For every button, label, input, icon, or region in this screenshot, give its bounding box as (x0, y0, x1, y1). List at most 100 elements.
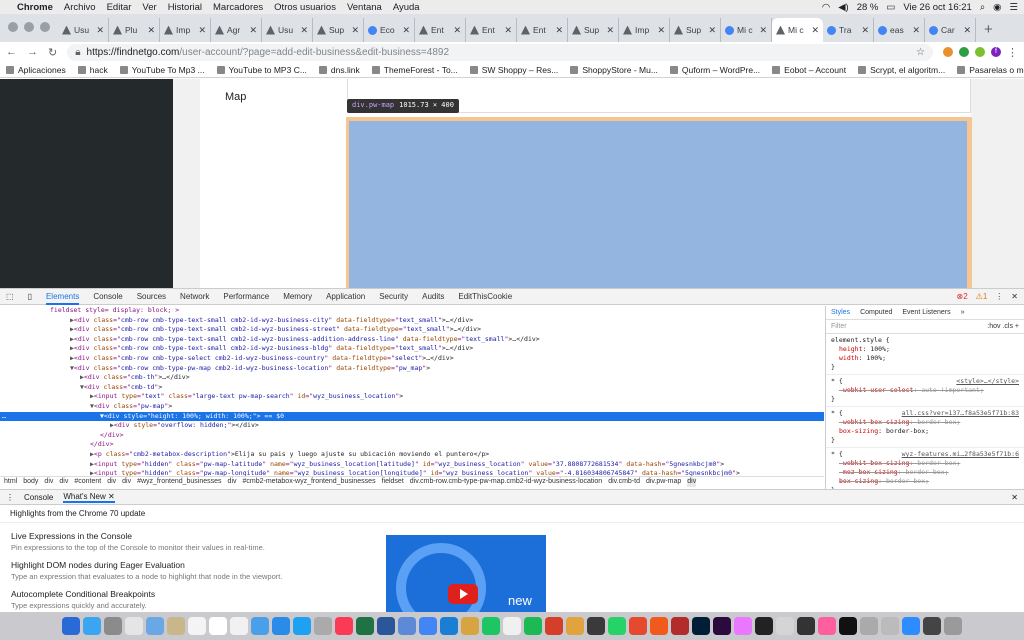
minimize-window-icon[interactable] (24, 22, 34, 32)
dock-app-icon[interactable] (587, 617, 605, 635)
styles-filter-toggles[interactable]: :hov .cls + (987, 323, 1019, 330)
browser-tab[interactable]: Ent ✕ (415, 18, 466, 42)
dock-app-icon[interactable] (335, 617, 353, 635)
dock-app-icon[interactable] (167, 617, 185, 635)
dock-app-icon[interactable] (818, 617, 836, 635)
styles-filter-input[interactable]: Filter (831, 323, 847, 330)
css-property[interactable]: box-sizing: border-box; (831, 427, 1019, 436)
breadcrumb-item[interactable]: div (107, 478, 116, 487)
browser-tab[interactable]: Usu ✕ (262, 18, 313, 42)
dock-app-icon[interactable] (83, 617, 101, 635)
play-icon[interactable] (448, 584, 478, 604)
browser-tab[interactable]: Car ✕ (925, 18, 976, 42)
maximize-window-icon[interactable] (40, 22, 50, 32)
css-rule[interactable]: all.css?ver=137…f8a53e5f71b:83 * {-webkit… (826, 407, 1024, 448)
dock-app-icon[interactable] (923, 617, 941, 635)
dock-app-icon[interactable] (62, 617, 80, 635)
siri-icon[interactable]: ◉ (993, 2, 1001, 13)
extension-cookie-icon[interactable] (943, 47, 953, 57)
dock-app-icon[interactable] (650, 617, 668, 635)
wifi-icon[interactable]: ◠ (822, 2, 830, 13)
tab-close-icon[interactable]: ✕ (708, 25, 716, 36)
tab-close-icon[interactable]: ✕ (912, 25, 920, 36)
dom-node-line[interactable]: … ▼<div style="height: 100%; width: 100%… (0, 411, 824, 422)
browser-tab[interactable]: Imp ✕ (619, 18, 670, 42)
css-rule[interactable]: <style>…</style> * {-webkit-user-select: … (826, 375, 1024, 407)
css-property[interactable]: box-sizing: border-box; (831, 477, 1019, 486)
dock-app-icon[interactable] (314, 617, 332, 635)
dock-app-icon[interactable] (839, 617, 857, 635)
browser-tab[interactable]: Plu ✕ (109, 18, 160, 42)
breadcrumb-item[interactable]: div (687, 478, 697, 487)
tab-close-icon[interactable]: ✕ (811, 25, 819, 36)
inspect-element-icon[interactable]: ⬚ (6, 292, 14, 301)
tab-close-icon[interactable]: ✕ (657, 25, 665, 36)
back-arrow-icon[interactable]: ← (6, 46, 17, 58)
dom-node-line[interactable]: ▶<input type="text" class="large-text pw… (0, 392, 824, 402)
menu-list-icon[interactable]: ☰ (1009, 2, 1018, 13)
dom-tree[interactable]: fieldset style= display: block; > ▶<div c… (0, 306, 824, 478)
bookmark-item[interactable]: Scrypt, el algoritm... (858, 65, 945, 75)
error-count-icon[interactable]: ⊗2 (957, 292, 968, 301)
browser-tab[interactable]: eas ✕ (874, 18, 925, 42)
chrome-menu-icon[interactable]: ⋮ (1007, 46, 1018, 59)
tab-close-icon[interactable]: ✕ (759, 25, 767, 36)
dock-app-icon[interactable] (566, 617, 584, 635)
devtools-close-icon[interactable]: ✕ (1011, 292, 1018, 301)
tab-performance[interactable]: Performance (223, 292, 269, 301)
dock-app-icon[interactable] (860, 617, 878, 635)
browser-tab[interactable]: Ent ✕ (466, 18, 517, 42)
rule-source-link[interactable]: all.css?ver=137…f8a53e5f71b:83 (902, 409, 1019, 418)
dock-app-icon[interactable] (293, 617, 311, 635)
css-rule[interactable]: element.style {height: 100%; width: 100%;… (826, 334, 1024, 375)
bookmark-item[interactable]: SW Shoppy – Res... (469, 65, 558, 75)
tab-close-icon[interactable]: ✕ (861, 25, 869, 36)
dock-app-icon[interactable] (545, 617, 563, 635)
browser-tab[interactable]: Agr ✕ (211, 18, 262, 42)
tab-network[interactable]: Network (180, 292, 209, 301)
tab-close-icon[interactable]: ✕ (963, 25, 971, 36)
menu-archivo[interactable]: Archivo (64, 2, 96, 13)
css-property[interactable]: -moz-box-sizing: border-box; (831, 468, 1019, 477)
dock-app-icon[interactable] (881, 617, 899, 635)
menu-editar[interactable]: Editar (107, 2, 132, 13)
drawer-tab-console[interactable]: Console (24, 493, 53, 502)
dock-app-icon[interactable] (524, 617, 542, 635)
bookmark-item[interactable]: Quform – WordPre... (669, 65, 760, 75)
dom-node-line[interactable]: ▶<div style="overflow: hidden;"></div> (0, 421, 824, 431)
dock-app-icon[interactable] (188, 617, 206, 635)
tab-console[interactable]: Console (93, 292, 122, 301)
profile-avatar[interactable]: f (991, 47, 1001, 57)
tab-close-icon[interactable]: ✕ (453, 25, 461, 36)
browser-tab[interactable]: Sup ✕ (568, 18, 619, 42)
dom-node-line[interactable]: ▼<div class="cmb-td"> (0, 383, 824, 393)
breadcrumb-item[interactable]: div.cmb-row.cmb-type-pw-map.cmb2-id-wyz-… (410, 478, 602, 487)
browser-tab[interactable]: Imp ✕ (160, 18, 211, 42)
css-property[interactable]: -webkit-user-select: auto !important; (831, 386, 1019, 395)
dock-app-icon[interactable] (461, 617, 479, 635)
breadcrumb-item[interactable]: body (23, 478, 38, 487)
dock-app-icon[interactable] (608, 617, 626, 635)
dock-app-icon[interactable] (230, 617, 248, 635)
tab-memory[interactable]: Memory (283, 292, 312, 301)
extension-android-icon[interactable] (975, 47, 985, 57)
dock-app-icon[interactable] (629, 617, 647, 635)
dock-app-icon[interactable] (125, 617, 143, 635)
menu-otros-usuarios[interactable]: Otros usuarios (274, 2, 336, 13)
menu-historial[interactable]: Historial (168, 2, 202, 13)
whats-new-video[interactable]: new (386, 535, 546, 613)
extension-green-icon[interactable] (959, 47, 969, 57)
bookmark-item[interactable]: dns.link (318, 65, 360, 75)
tab-close-icon[interactable]: ✕ (300, 25, 308, 36)
tab-audits[interactable]: Audits (422, 292, 444, 301)
more-tabs-icon[interactable]: » (961, 309, 965, 316)
dock-app-icon[interactable] (692, 617, 710, 635)
new-tab-button[interactable]: + (976, 21, 993, 42)
browser-tab[interactable]: Ent ✕ (517, 18, 568, 42)
dock-app-icon[interactable] (944, 617, 962, 635)
styles-filter[interactable]: Filter :hov .cls + (826, 320, 1024, 334)
dock-app-icon[interactable] (503, 617, 521, 635)
breadcrumb-item[interactable]: div.pw-map (646, 478, 681, 487)
rule-source-link[interactable]: wyz-features.mi…2f8a53e5f71b:6 (902, 450, 1019, 459)
css-property[interactable]: height: 100%; (831, 345, 1019, 354)
